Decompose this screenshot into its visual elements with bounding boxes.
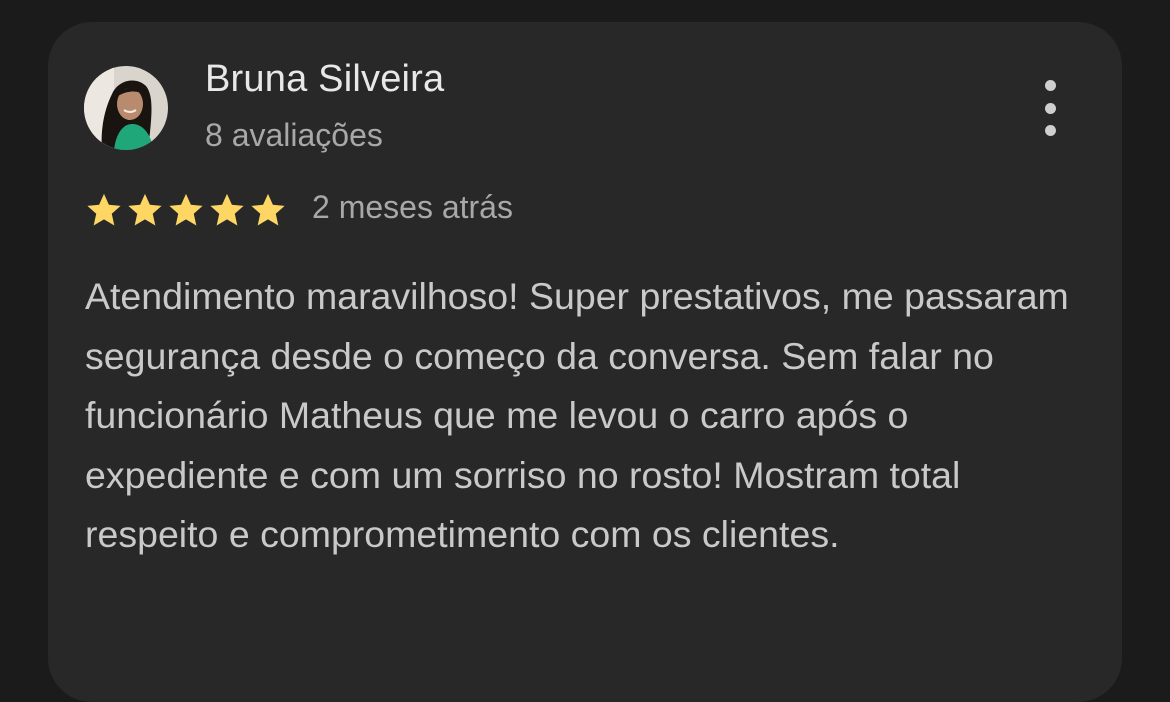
star-icon	[128, 193, 162, 226]
star-icon	[169, 193, 203, 226]
star-rating	[84, 191, 288, 229]
more-dot	[1044, 102, 1056, 114]
more-dot	[1044, 125, 1056, 136]
author-name[interactable]: Bruna Silveira	[205, 58, 444, 101]
author-avatar[interactable]	[84, 66, 168, 150]
star-icon	[251, 193, 285, 226]
review-text: Atendimento maravilhoso! Super prestativ…	[85, 275, 1069, 555]
avatar-image	[84, 66, 168, 150]
more-options-icon[interactable]	[1030, 80, 1070, 136]
star-icon	[87, 193, 121, 226]
more-dot	[1044, 80, 1056, 91]
star-icon	[210, 193, 244, 226]
author-review-count: 8 avaliações	[205, 117, 383, 153]
review-time: 2 meses atrás	[312, 189, 513, 225]
